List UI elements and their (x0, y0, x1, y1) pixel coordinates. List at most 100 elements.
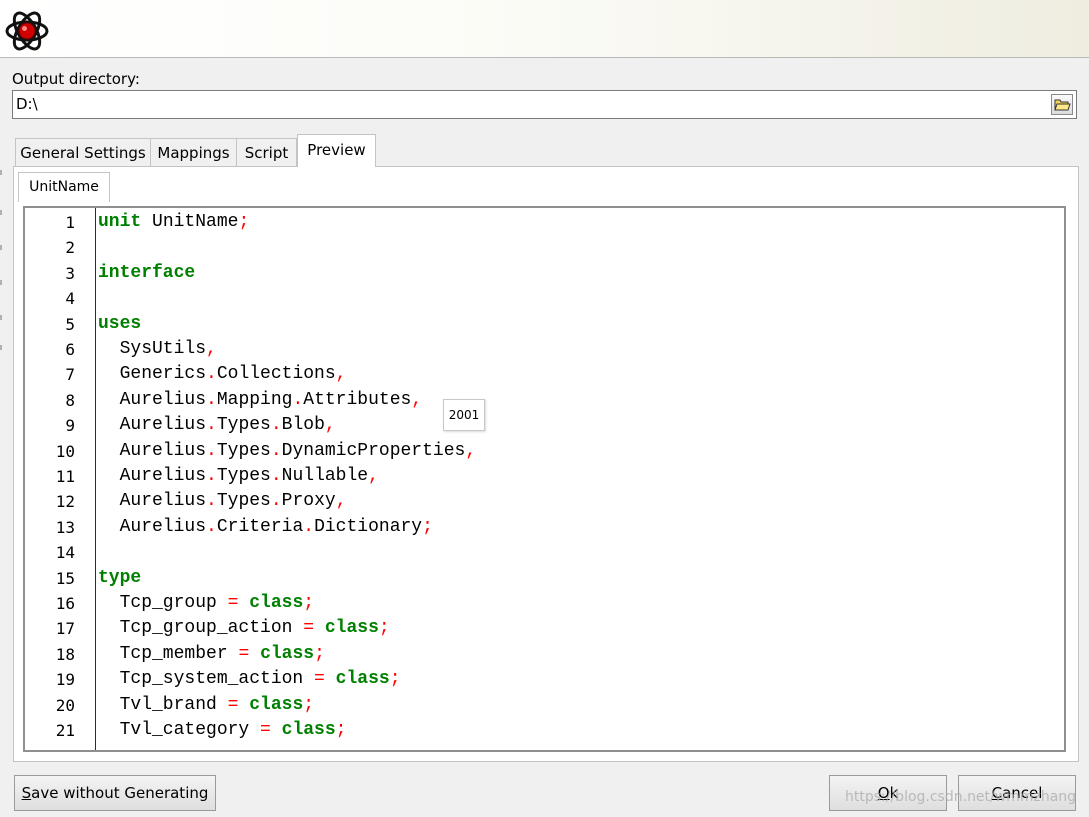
code-line[interactable]: 13 Aurelius.Criteria.Dictionary; (25, 515, 1064, 540)
tab-unitname[interactable]: UnitName (18, 172, 110, 202)
code-line[interactable]: 6 SysUtils, (25, 337, 1064, 362)
code-text[interactable]: Aurelius.Types.DynamicProperties, (98, 439, 477, 464)
code-line[interactable]: 8 Aurelius.Mapping.Attributes, (25, 388, 1064, 413)
code-line[interactable]: 2 (25, 235, 1064, 260)
symbol-token: , (368, 466, 379, 486)
code-text[interactable]: SysUtils, (98, 337, 217, 362)
line-number: 3 (65, 263, 75, 283)
code-line[interactable]: 14 (25, 540, 1064, 565)
code-line[interactable]: 11 Aurelius.Types.Nullable, (25, 464, 1064, 489)
code-text[interactable]: Tvl_brand = class; (98, 693, 314, 718)
code-line[interactable]: 12 Aurelius.Types.Proxy, (25, 489, 1064, 514)
code-line[interactable]: 4 (25, 286, 1064, 311)
output-directory-label: Output directory: (12, 70, 140, 88)
symbol-token: , (411, 389, 423, 410)
code-line[interactable]: 15 type (25, 566, 1064, 591)
symbol-token: . (270, 415, 282, 436)
symbol-token: . (206, 466, 217, 486)
code-text[interactable]: Tcp_group_action = class; (98, 616, 390, 641)
tab-preview[interactable]: Preview (297, 134, 376, 167)
identifier-token: Collections (216, 364, 336, 385)
line-number: 10 (55, 441, 75, 461)
identifier-token: Tcp_group (98, 593, 228, 613)
identifier-token: Aurelius (98, 415, 207, 436)
symbol-token: . (206, 415, 217, 436)
line-number: 16 (55, 594, 75, 613)
browse-folder-button[interactable] (1051, 94, 1073, 115)
identifier-token: Tcp_member (98, 643, 239, 664)
identifier-token: Tvl_brand (98, 694, 228, 715)
code-text[interactable]: Tvl_category = class; (98, 718, 347, 743)
identifier-token: Criteria (216, 516, 304, 537)
identifier-token: DynamicProperties (281, 440, 466, 461)
code-line[interactable]: 17 Tcp_group_action = class; (25, 616, 1064, 641)
line-number: 12 (55, 492, 75, 512)
symbol-token: = (260, 720, 271, 740)
code-line[interactable]: 16 Tcp_group = class; (25, 591, 1064, 616)
code-line[interactable]: 18 Tcp_member = class; (25, 642, 1064, 667)
identifier-token: Tcp_system_action (98, 669, 315, 690)
code-line[interactable]: 20 Tvl_brand = class; (25, 693, 1064, 718)
keyword-token: class (249, 593, 304, 613)
symbol-token: . (270, 466, 282, 486)
code-text[interactable]: Aurelius.Criteria.Dictionary; (98, 515, 433, 540)
identifier-token: Dictionary (314, 516, 423, 537)
code-text[interactable]: uses (98, 312, 141, 337)
line-number: 13 (55, 517, 75, 537)
symbol-token: = (238, 643, 250, 664)
code-text[interactable]: Aurelius.Mapping.Attributes, (98, 388, 423, 413)
symbol-token: , (324, 415, 336, 436)
code-text[interactable]: interface (98, 261, 195, 286)
identifier-token (238, 695, 249, 715)
symbol-token: . (303, 516, 315, 537)
line-number: 17 (55, 619, 75, 639)
code-line[interactable]: 21 Tvl_category = class; (25, 718, 1064, 743)
code-line[interactable]: 5 uses (25, 312, 1064, 337)
identifier-token (249, 644, 260, 664)
code-line[interactable]: 10 Aurelius.Types.DynamicProperties, (25, 439, 1064, 464)
keyword-token: class (249, 694, 304, 715)
identifier-token: Types (216, 491, 271, 512)
symbol-token: ; (238, 212, 250, 232)
symbol-token: , (335, 364, 347, 385)
save-without-generating-button[interactable]: Save without Generating (14, 775, 216, 811)
identifier-token: Tcp_group_action (98, 618, 304, 639)
code-line[interactable]: 19 Tcp_system_action = class; (25, 667, 1064, 692)
code-text[interactable]: Aurelius.Types.Proxy, (98, 489, 347, 514)
symbol-token: , (465, 440, 477, 461)
output-directory-field[interactable]: D:\ (12, 90, 1077, 119)
symbol-token: . (270, 440, 282, 461)
code-text[interactable]: Tcp_group = class; (98, 591, 314, 616)
title-bar (0, 0, 1089, 58)
code-text[interactable]: Tcp_system_action = class; (98, 667, 401, 692)
code-text[interactable]: Aurelius.Types.Nullable, (98, 464, 379, 489)
line-number: 19 (55, 670, 75, 690)
tab-general-settings[interactable]: General Settings (15, 138, 151, 166)
line-number: 2 (65, 238, 75, 258)
red-atom-icon (5, 11, 49, 51)
line-number: 15 (55, 568, 75, 588)
tab-mappings[interactable]: Mappings (150, 138, 237, 166)
code-line[interactable]: 1 unit UnitName; (25, 210, 1064, 235)
identifier-token: Types (216, 440, 271, 461)
code-text[interactable]: type (98, 566, 141, 591)
identifier-token (271, 720, 282, 740)
identifier-token (325, 669, 336, 689)
code-text[interactable]: Aurelius.Types.Blob, (98, 413, 336, 438)
code-line[interactable]: 7 Generics.Collections, (25, 362, 1064, 387)
tooltip: 2001 (443, 399, 485, 431)
output-directory-value[interactable]: D:\ (16, 95, 38, 113)
tab-script[interactable]: Script (236, 138, 297, 166)
symbol-token: . (206, 440, 217, 461)
code-text[interactable]: Generics.Collections, (98, 362, 347, 387)
symbol-token: . (206, 516, 217, 537)
code-editor[interactable]: 1 unit UnitName; 2 3 interface 4 5 uses 6 SysUti… (23, 206, 1066, 752)
identifier-token: Generics (98, 364, 207, 385)
code-line[interactable]: 9 Aurelius.Types.Blob, (25, 413, 1064, 438)
symbol-token: . (206, 389, 217, 410)
line-number: 7 (65, 365, 75, 385)
code-text[interactable]: Tcp_member = class; (98, 642, 325, 667)
code-line[interactable]: 3 interface (25, 261, 1064, 286)
identifier-token: Aurelius (98, 466, 207, 486)
code-text[interactable]: unit UnitName; (98, 210, 249, 235)
